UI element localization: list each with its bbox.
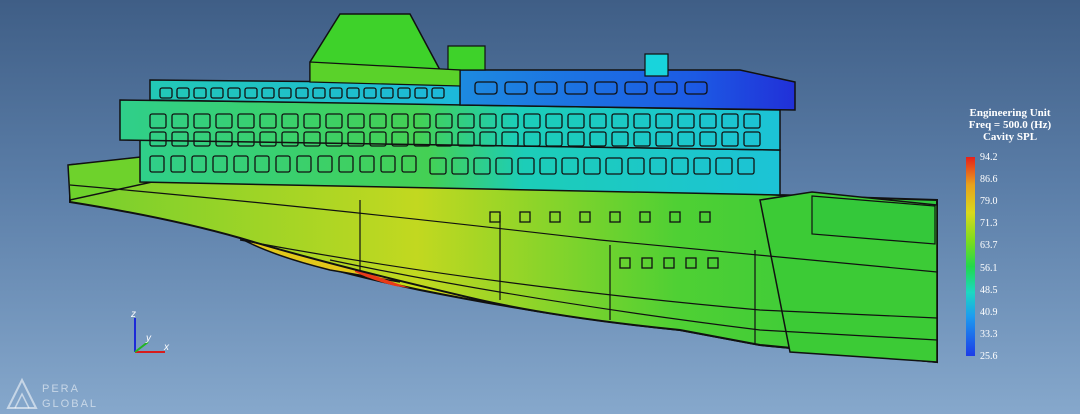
funnel	[447, 45, 486, 71]
mast-box	[644, 53, 669, 77]
pera-global-logo-icon	[6, 377, 38, 409]
legend-tick-label: 48.5	[980, 284, 998, 296]
axis-triad: z y x	[130, 309, 170, 353]
model-viewport[interactable]: z y x	[0, 0, 1080, 414]
logo-text-global: GLOBAL	[42, 398, 99, 410]
legend-tick-label: 79.0	[980, 196, 998, 208]
axis-z-label: z	[130, 309, 136, 320]
legend-frequency: Freq = 500.0 (Hz)	[968, 119, 1052, 131]
legend-title: Engineering Unit	[969, 107, 1051, 119]
legend-tick-label: 86.6	[980, 174, 998, 186]
ship-model	[67, 13, 938, 364]
legend-tick-label: 71.3	[980, 218, 998, 230]
legend-tick-label: 40.9	[980, 306, 998, 318]
logo-text-pera: PERA	[42, 383, 80, 395]
legend-colorbar	[966, 157, 975, 356]
legend-quantity: Cavity SPL	[982, 131, 1038, 143]
axis-x-label: x	[163, 342, 170, 353]
axis-y-label: y	[145, 333, 152, 344]
legend-tick-label: 56.1	[980, 262, 998, 274]
deck-roof	[459, 69, 796, 111]
legend-tick-label: 33.3	[980, 328, 998, 340]
legend-tick-label: 94.2	[980, 152, 998, 163]
legend-tick-label: 63.7	[980, 240, 998, 252]
legend-tick-label: 25.6	[980, 351, 998, 362]
